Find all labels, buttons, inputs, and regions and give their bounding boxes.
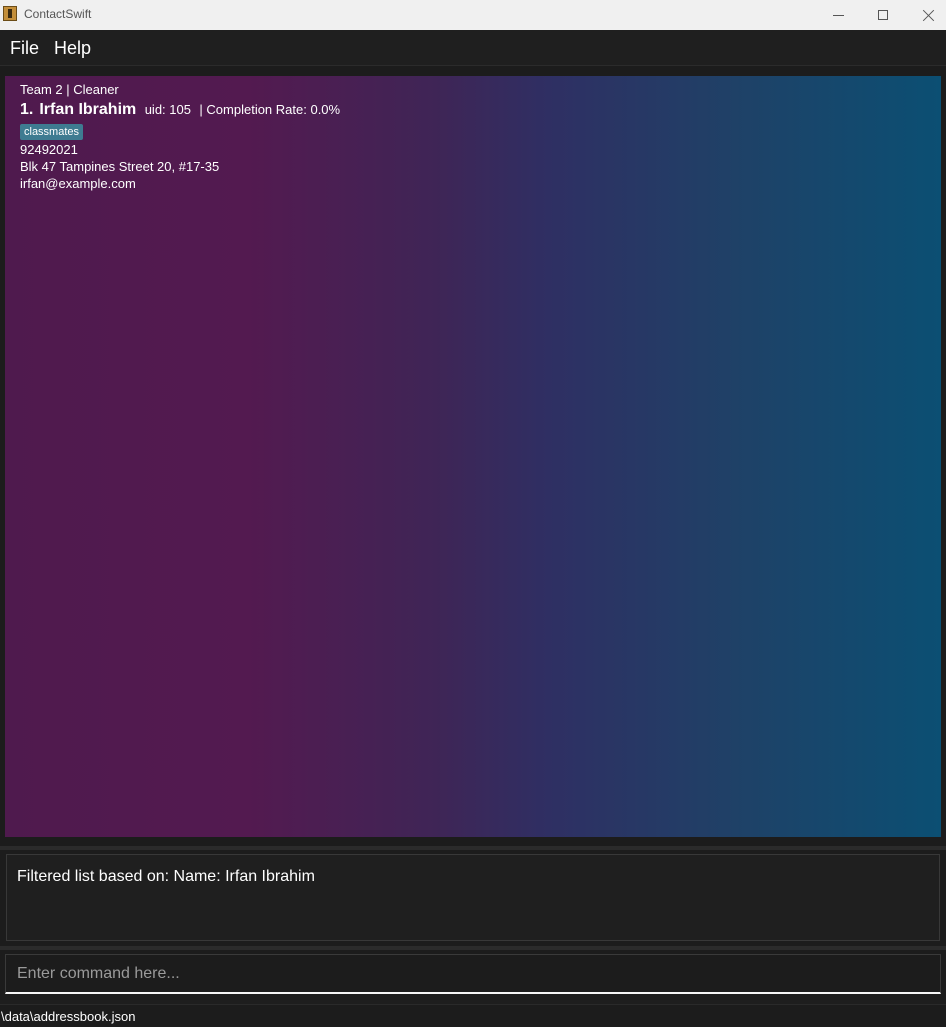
person-card[interactable]: Team 2 | Cleaner 1. Irfan Ibrahim uid: 10… [5, 76, 941, 837]
card-name-row: 1. Irfan Ibrahim uid: 105 | Completion Ra… [20, 101, 340, 119]
close-button[interactable] [905, 0, 946, 30]
result-display-panel: Filtered list based on: Name: Irfan Ibra… [0, 850, 946, 946]
menu-help[interactable]: Help [54, 38, 91, 59]
card-uid: uid: 105 [144, 102, 191, 117]
status-bar: \data\addressbook.json [0, 1004, 946, 1027]
close-icon [922, 9, 935, 22]
card-email: irfan@example.com [20, 176, 136, 191]
card-phone: 92492021 [20, 142, 78, 157]
minimize-button[interactable] [815, 0, 861, 30]
maximize-button[interactable] [860, 0, 906, 30]
minimize-icon [832, 14, 844, 16]
window-title: ContactSwift [24, 7, 92, 21]
tag-badge: classmates [20, 124, 84, 140]
card-completion-rate: | Completion Rate: 0.0% [199, 102, 341, 117]
result-text: Filtered list based on: Name: Irfan Ibra… [17, 868, 315, 885]
menu-file[interactable]: File [10, 38, 39, 59]
result-display: Filtered list based on: Name: Irfan Ibra… [6, 854, 940, 941]
window-titlebar: ContactSwift [0, 0, 946, 30]
card-team-role: Team 2 | Cleaner [20, 82, 119, 97]
status-file-path: \data\addressbook.json [1, 1009, 136, 1024]
card-index: 1. [20, 101, 34, 118]
app-icon [3, 6, 17, 21]
person-list-panel: Team 2 | Cleaner 1. Irfan Ibrahim uid: 10… [0, 66, 946, 846]
command-input[interactable] [5, 954, 941, 994]
command-box-panel [0, 950, 946, 1000]
card-address: Blk 47 Tampines Street 20, #17-35 [20, 159, 220, 174]
menu-bar: File Help [0, 30, 946, 66]
card-name: Irfan Ibrahim [39, 101, 137, 118]
maximize-icon [878, 10, 888, 20]
